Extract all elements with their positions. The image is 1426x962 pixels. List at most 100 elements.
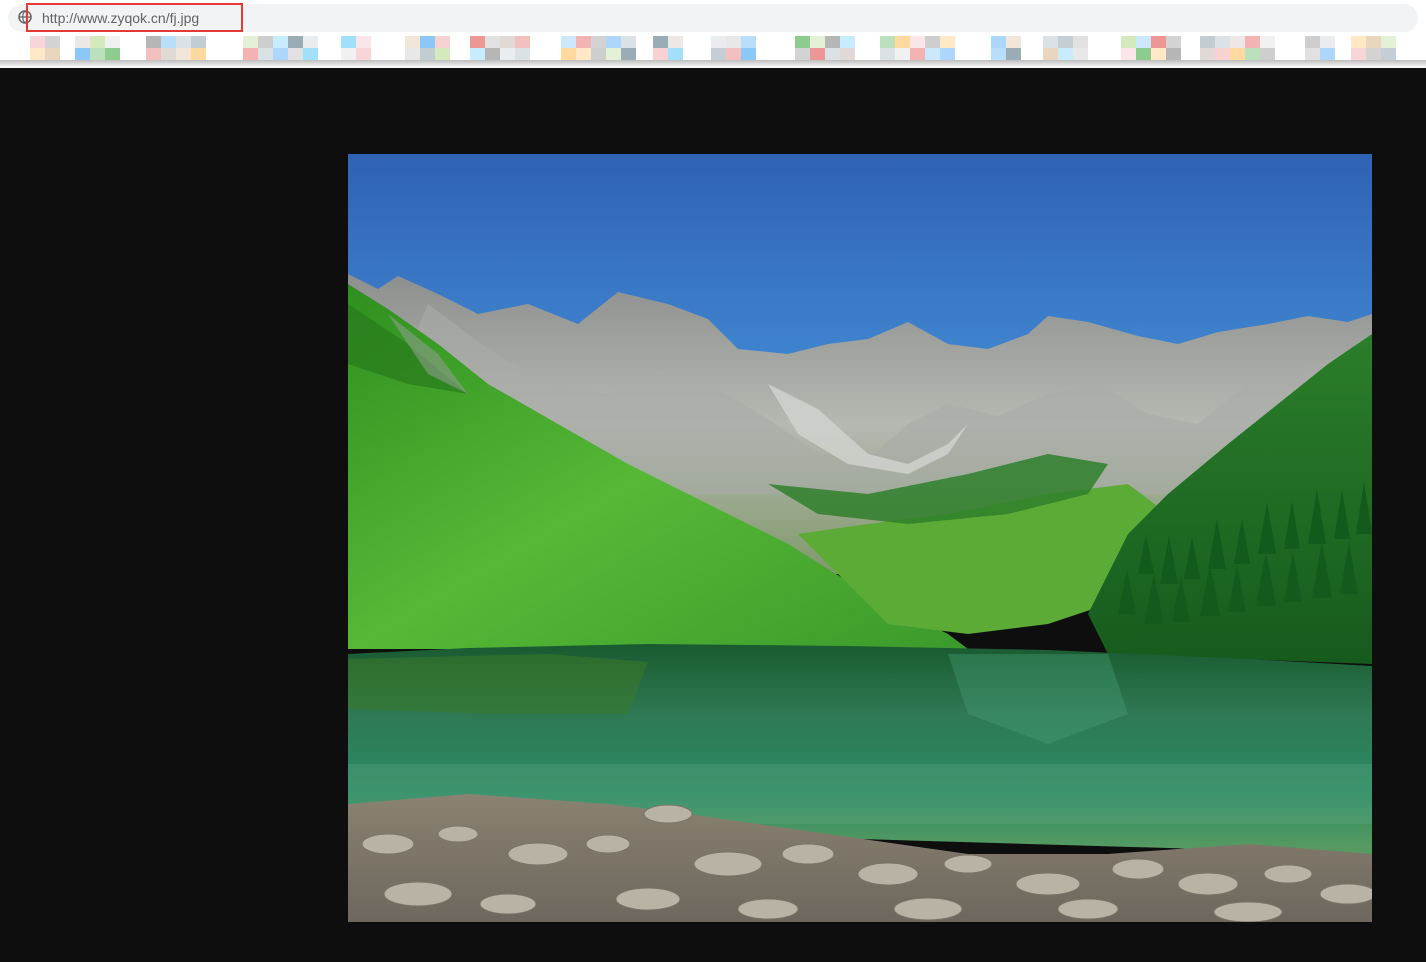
bookmark-pixel bbox=[1305, 36, 1320, 48]
bookmark-pixel bbox=[1166, 48, 1181, 60]
bookmark-pixel bbox=[1151, 36, 1166, 48]
bookmark-pixel bbox=[591, 48, 606, 60]
bookmark-pixel bbox=[420, 48, 435, 60]
bookmark-pixel bbox=[840, 36, 855, 48]
url-highlight-box bbox=[26, 3, 243, 32]
bookmark-pixel bbox=[435, 48, 450, 60]
bookmark-pixel bbox=[606, 48, 621, 60]
bookmark-pixel bbox=[105, 48, 120, 60]
bookmark-pixel bbox=[90, 48, 105, 60]
bookmark-pixel bbox=[825, 36, 840, 48]
bookmark-pixel bbox=[176, 48, 191, 60]
bookmark-pixel bbox=[1245, 48, 1260, 60]
bookmark-pixel bbox=[621, 36, 636, 48]
bookmark-pixel bbox=[303, 36, 318, 48]
bookmark-pixel bbox=[45, 36, 60, 48]
bookmark-pixel bbox=[561, 36, 576, 48]
bookmarks-bar bbox=[0, 36, 1426, 62]
bookmark-pixel bbox=[711, 48, 726, 60]
bookmark-pixel bbox=[1136, 36, 1151, 48]
bookmark-pixel bbox=[1006, 48, 1021, 60]
bookmark-pixel bbox=[910, 36, 925, 48]
bookmark-pixel bbox=[825, 48, 840, 60]
bookmark-pixel bbox=[500, 36, 515, 48]
bookmark-pixel bbox=[90, 36, 105, 48]
bookmark-pixel bbox=[925, 36, 940, 48]
bookmark-pixel bbox=[1381, 36, 1396, 48]
bookmark-pixel bbox=[1043, 36, 1058, 48]
bookmark-pixel bbox=[726, 48, 741, 60]
bookmark-pixel bbox=[940, 36, 955, 48]
bookmark-pixel bbox=[191, 48, 206, 60]
bookmark-pixel bbox=[146, 36, 161, 48]
bookmark-pixel bbox=[1230, 36, 1245, 48]
bookmark-pixel bbox=[1073, 48, 1088, 60]
bookmark-pixel bbox=[795, 36, 810, 48]
bookmark-pixel bbox=[420, 36, 435, 48]
bookmark-pixel bbox=[1381, 48, 1396, 60]
bookmark-pixel bbox=[1351, 36, 1366, 48]
bookmark-pixel bbox=[288, 36, 303, 48]
bookmark-pixel bbox=[500, 48, 515, 60]
bookmark-pixel bbox=[470, 36, 485, 48]
landscape-photo bbox=[348, 154, 1372, 922]
image-viewer bbox=[0, 68, 1426, 962]
bookmark-pixel bbox=[795, 48, 810, 60]
bookmark-pixel bbox=[741, 36, 756, 48]
bookmark-pixel bbox=[341, 48, 356, 60]
chrome-shadow bbox=[0, 60, 1426, 68]
bookmark-pixel bbox=[1006, 36, 1021, 48]
bookmark-pixel bbox=[243, 48, 258, 60]
bookmark-pixel bbox=[243, 36, 258, 48]
bookmark-pixel bbox=[880, 36, 895, 48]
bookmark-pixel bbox=[515, 48, 530, 60]
bookmark-pixel bbox=[258, 48, 273, 60]
bookmark-pixel bbox=[1058, 48, 1073, 60]
bookmark-pixel bbox=[258, 36, 273, 48]
bookmark-pixel bbox=[1260, 36, 1275, 48]
bookmark-pixel bbox=[940, 48, 955, 60]
bookmark-pixel bbox=[341, 36, 356, 48]
bookmark-pixel bbox=[653, 48, 668, 60]
bookmark-pixel bbox=[75, 48, 90, 60]
bookmark-pixel bbox=[741, 48, 756, 60]
bookmark-pixel bbox=[1121, 36, 1136, 48]
bookmark-pixel bbox=[1260, 48, 1275, 60]
bookmark-pixel bbox=[1166, 36, 1181, 48]
bookmark-pixel bbox=[1366, 36, 1381, 48]
bookmark-pixel bbox=[1073, 36, 1088, 48]
bookmark-pixel bbox=[1351, 48, 1366, 60]
bookmark-pixel bbox=[485, 48, 500, 60]
bookmark-pixel bbox=[668, 48, 683, 60]
bookmark-pixel bbox=[810, 48, 825, 60]
bookmark-pixel bbox=[45, 48, 60, 60]
bookmark-pixel bbox=[30, 48, 45, 60]
bookmark-pixel bbox=[288, 48, 303, 60]
bookmark-pixel bbox=[810, 36, 825, 48]
bookmark-pixel bbox=[1136, 48, 1151, 60]
bookmark-pixel bbox=[591, 36, 606, 48]
bookmark-pixel bbox=[1200, 48, 1215, 60]
bookmark-pixel bbox=[1200, 36, 1215, 48]
bookmark-pixel bbox=[273, 48, 288, 60]
bookmark-pixel bbox=[1121, 48, 1136, 60]
bookmark-pixel bbox=[273, 36, 288, 48]
bookmark-pixel bbox=[653, 36, 668, 48]
bookmark-pixel bbox=[576, 36, 591, 48]
bookmark-pixel bbox=[1215, 36, 1230, 48]
bookmark-pixel bbox=[161, 36, 176, 48]
bookmark-pixel bbox=[711, 36, 726, 48]
bookmark-pixel bbox=[668, 36, 683, 48]
bookmark-pixel bbox=[105, 36, 120, 48]
bookmark-pixel bbox=[991, 36, 1006, 48]
bookmark-pixel bbox=[435, 36, 450, 48]
bookmark-pixel bbox=[30, 36, 45, 48]
bookmark-pixel bbox=[925, 48, 940, 60]
bookmark-pixel bbox=[895, 48, 910, 60]
bookmark-pixel bbox=[405, 36, 420, 48]
bookmark-pixel bbox=[1305, 48, 1320, 60]
bookmark-pixel bbox=[840, 48, 855, 60]
bookmark-pixel bbox=[1366, 48, 1381, 60]
bookmark-pixel bbox=[1245, 36, 1260, 48]
bookmark-pixel bbox=[895, 36, 910, 48]
